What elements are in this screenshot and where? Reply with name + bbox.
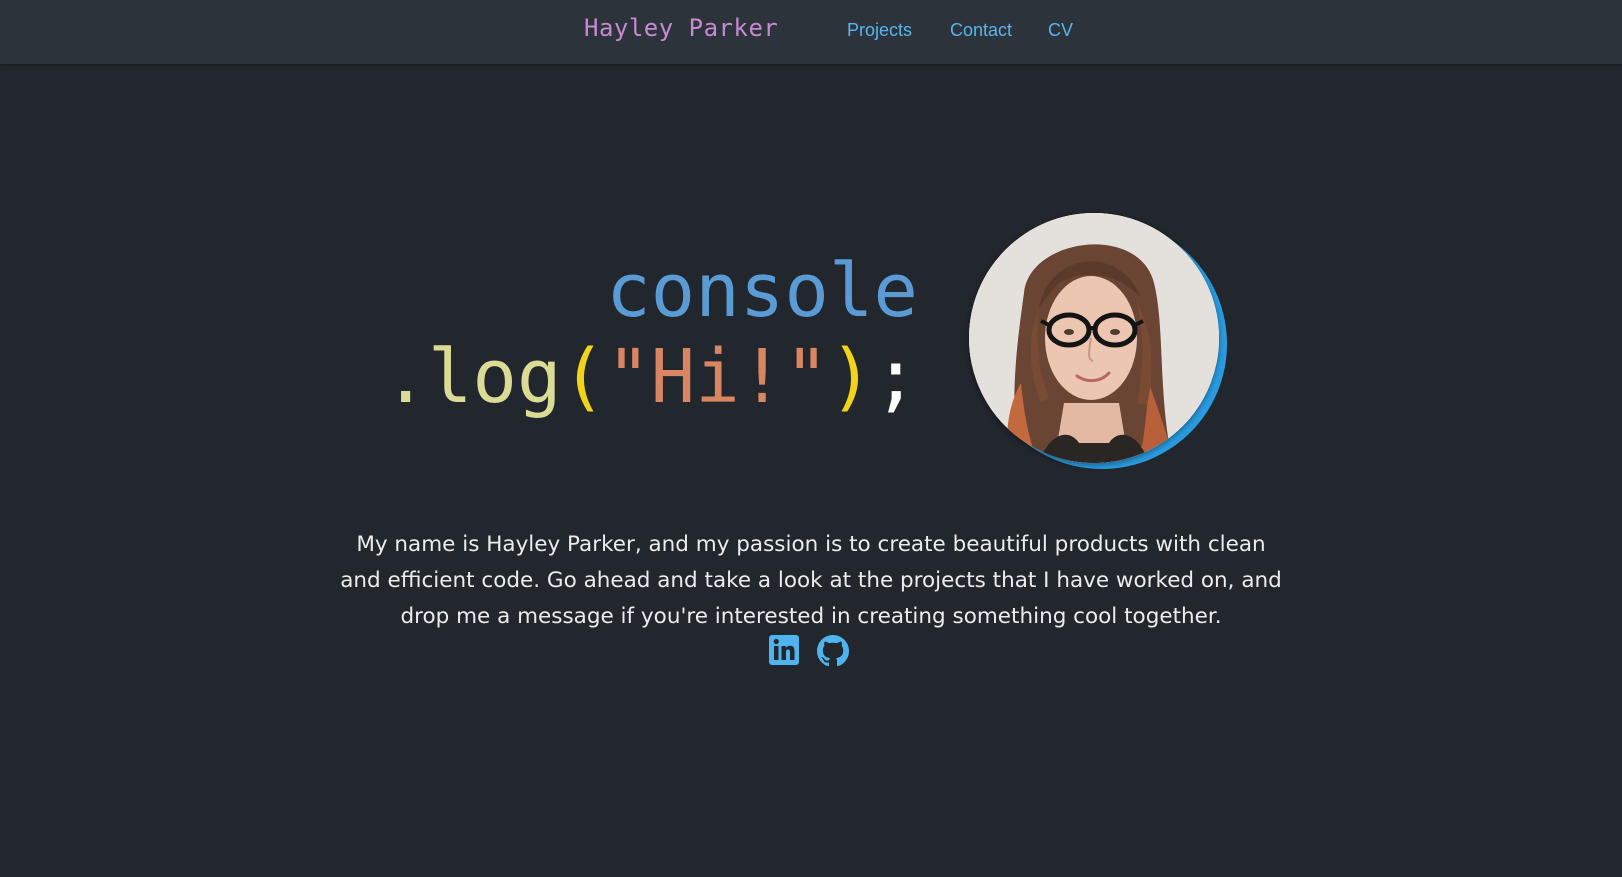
code-close-paren: ) <box>828 334 874 420</box>
brand-logo-link[interactable]: Hayley Parker <box>584 14 778 42</box>
code-open-paren: ( <box>561 334 607 420</box>
code-string-token: "Hi!" <box>606 334 829 420</box>
linkedin-icon <box>769 635 799 665</box>
avatar-portrait-image <box>969 213 1219 463</box>
avatar <box>969 213 1219 463</box>
nav-link-projects[interactable]: Projects <box>847 20 912 41</box>
github-icon <box>817 635 849 667</box>
nav-link-cv[interactable]: CV <box>1048 20 1073 41</box>
hero-code-line-2: .log("Hi!"); <box>383 340 918 414</box>
code-semicolon: ; <box>873 334 918 420</box>
linkedin-link[interactable] <box>769 635 801 667</box>
nav-link-contact[interactable]: Contact <box>950 20 1012 41</box>
bio-paragraph: My name is Hayley Parker, and my passion… <box>340 531 1282 629</box>
avatar-container <box>969 213 1231 475</box>
top-navbar: Hayley Parker Projects Contact CV <box>0 0 1622 64</box>
hero-code-line-1: console <box>606 254 918 328</box>
code-log-token: .log <box>383 334 562 420</box>
social-links <box>769 635 849 669</box>
github-link[interactable] <box>817 635 849 667</box>
code-console-token: console <box>606 248 918 334</box>
